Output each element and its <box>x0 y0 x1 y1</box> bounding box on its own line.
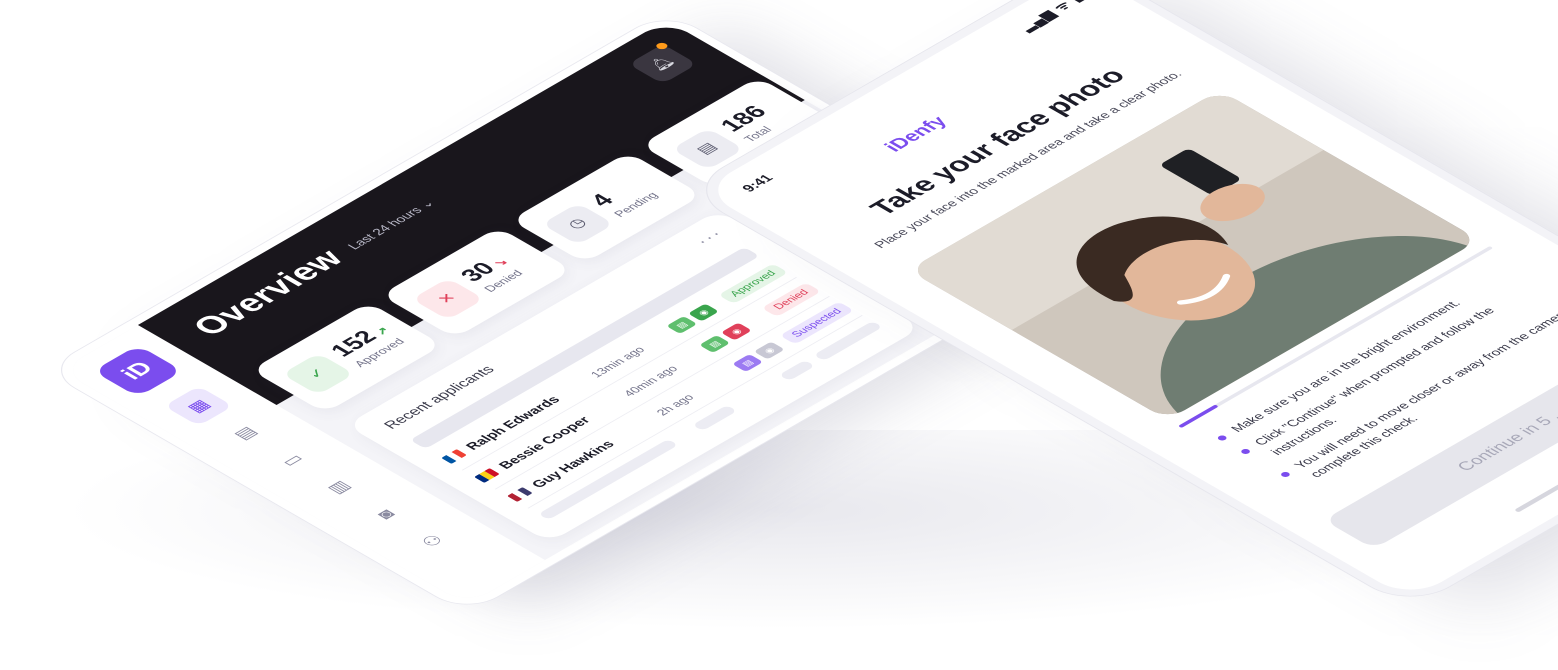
clock-icon: ◷ <box>541 203 615 245</box>
idenfy-brand-logo: iDenfy <box>880 113 953 155</box>
nav-dashboard-icon[interactable]: ▦ <box>163 386 234 426</box>
skeleton-line <box>778 360 816 381</box>
check-icon: ✓ <box>281 353 355 395</box>
nav-camera-icon[interactable]: ◙ <box>351 494 420 534</box>
id-card-icon: ▤ <box>666 316 698 334</box>
nav-id-card-icon[interactable]: ▤ <box>211 413 280 453</box>
time-range-select[interactable]: Last 24 hours ⌄ <box>344 197 439 252</box>
nav-users-icon[interactable]: ⚇ <box>398 521 467 561</box>
face-check-icon: ◉ <box>687 303 720 322</box>
flag-icon <box>506 487 533 502</box>
status-bar-time: 9:41 <box>738 171 777 194</box>
nav-document-search-icon[interactable]: ▭ <box>257 440 326 480</box>
stat-value: 4 <box>584 190 620 211</box>
stack-icon: ▤ <box>671 128 745 170</box>
id-card-icon: ▤ <box>732 354 764 372</box>
id-card-icon: ▤ <box>699 335 731 353</box>
cross-icon: ✕ <box>411 278 485 320</box>
notifications-bell-icon[interactable]: 🔔︎ <box>628 41 698 84</box>
status-bar-icons: ▂▄▆ ᯤ ▮ <box>1015 0 1088 33</box>
flag-icon <box>441 449 468 464</box>
more-options-icon[interactable]: ··· <box>690 226 729 248</box>
flag-icon <box>473 468 500 483</box>
face-check-icon: ◉ <box>753 341 785 360</box>
face-check-icon: ◉ <box>720 322 752 341</box>
nav-building-icon[interactable]: ▥ <box>304 467 373 507</box>
notification-dot <box>654 41 670 51</box>
applicant-time: 2h ago <box>653 392 698 418</box>
idenfy-logo[interactable]: iD <box>92 345 183 397</box>
